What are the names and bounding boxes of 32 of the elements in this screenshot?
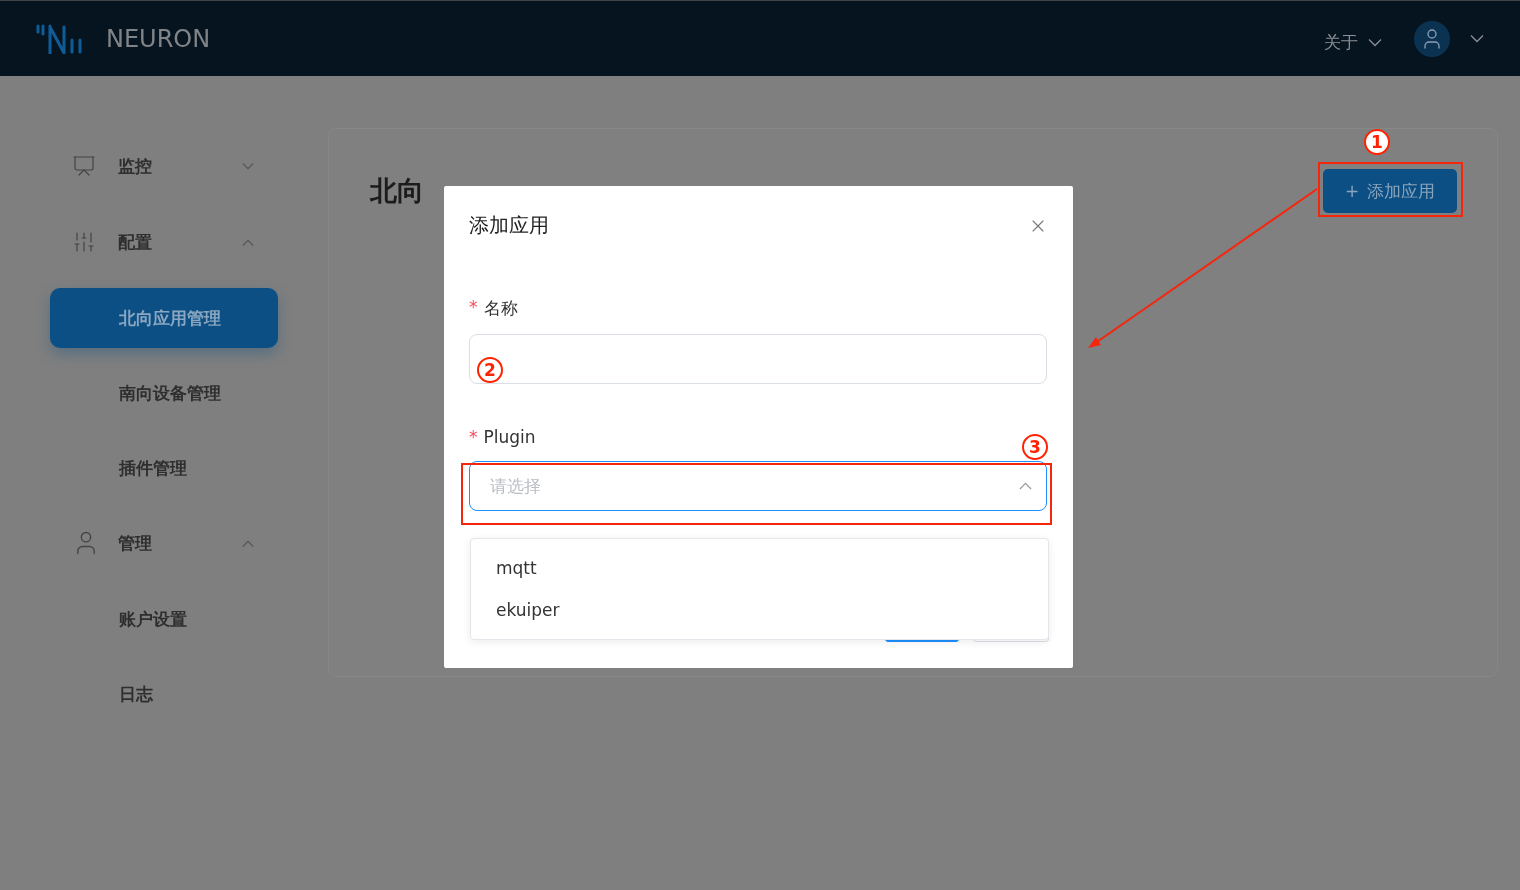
menu-group[interactable]: 管理 bbox=[50, 505, 278, 581]
menu-group-label: 监控 bbox=[118, 154, 153, 178]
menu-group-label: 配置 bbox=[118, 230, 153, 254]
menu-item[interactable]: 插件管理 bbox=[50, 438, 278, 498]
plugin-select[interactable]: 请选择 bbox=[469, 461, 1047, 511]
dialog-title: 添加应用 bbox=[469, 212, 549, 239]
chevron-down-icon bbox=[1368, 38, 1382, 47]
menu-item[interactable]: 账户设置 bbox=[50, 589, 278, 649]
chevron-up-icon bbox=[1019, 482, 1032, 490]
menu-item[interactable]: 南向设备管理 bbox=[50, 363, 278, 423]
name-input-field[interactable] bbox=[469, 334, 1047, 384]
avatar[interactable] bbox=[1414, 20, 1450, 57]
menu-group[interactable]: 监控 bbox=[50, 128, 278, 204]
field-label: 名称 bbox=[483, 297, 518, 320]
required-mark: * bbox=[469, 297, 478, 319]
dropdown-option[interactable]: mqtt bbox=[471, 547, 1048, 589]
field-label: Plugin bbox=[483, 427, 536, 447]
chevron-up-icon bbox=[242, 238, 254, 246]
menu-group-label: 管理 bbox=[118, 531, 153, 555]
sliders-icon bbox=[72, 230, 96, 254]
menu-item[interactable]: 北向应用管理 bbox=[50, 288, 278, 348]
menu-item[interactable]: 日志 bbox=[50, 664, 278, 724]
required-mark: * bbox=[469, 427, 478, 447]
about-menu[interactable]: 关于 bbox=[1324, 31, 1382, 54]
app-name: NEURON bbox=[106, 24, 211, 53]
chevron-down-icon[interactable] bbox=[1470, 34, 1484, 43]
chevron-up-icon bbox=[242, 539, 254, 547]
page-title: 北向 bbox=[370, 174, 424, 208]
chevron-down-icon bbox=[242, 162, 254, 170]
add-app-button[interactable]: + 添加应用 bbox=[1323, 169, 1457, 213]
dropdown-option[interactable]: ekuiper bbox=[471, 589, 1048, 631]
menu-group[interactable]: 配置 bbox=[50, 204, 278, 280]
